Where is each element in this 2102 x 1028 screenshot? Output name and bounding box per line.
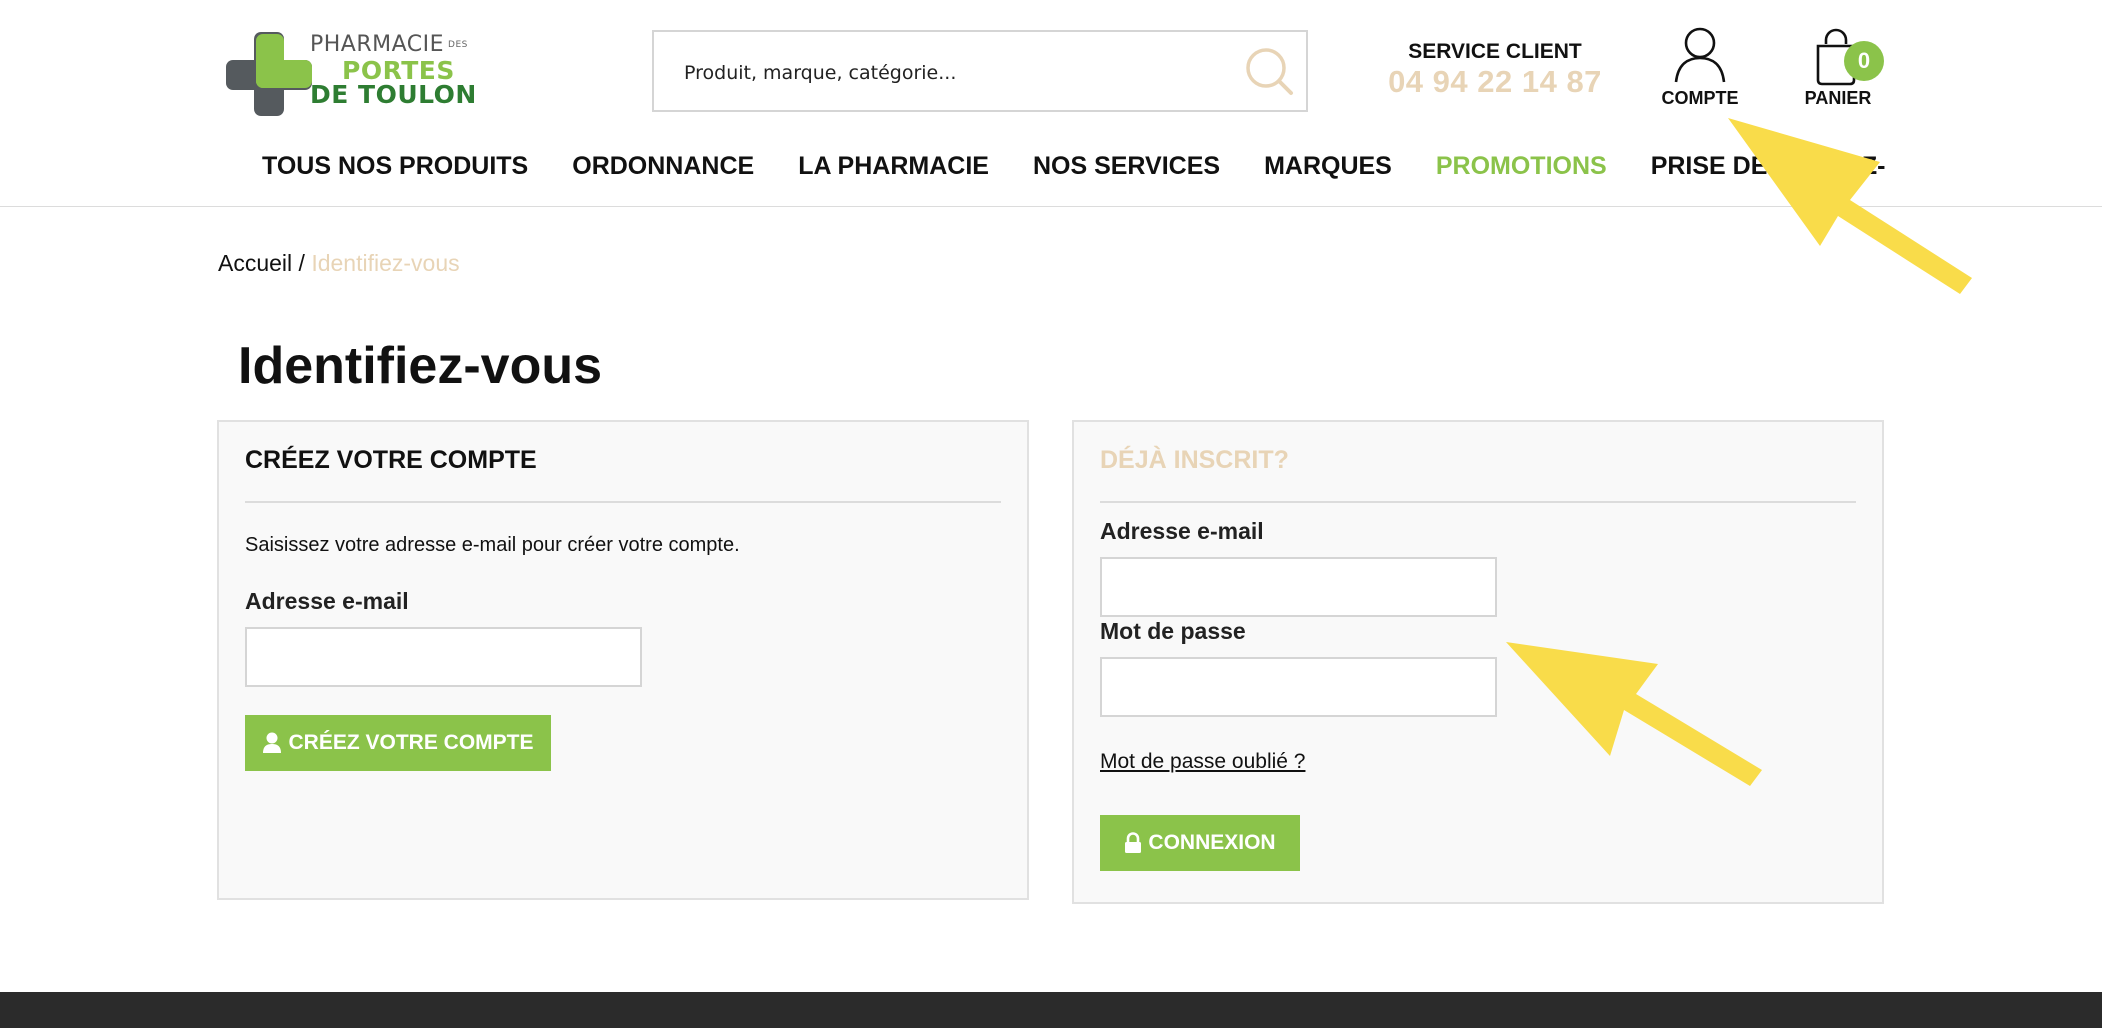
- service-client-title: SERVICE CLIENT: [1408, 40, 1582, 63]
- user-icon: [1674, 27, 1726, 83]
- search-input[interactable]: [682, 54, 1206, 92]
- nav-item-la-pharmacie[interactable]: LA PHARMACIE: [798, 152, 989, 181]
- service-client-phone[interactable]: 04 94 22 14 87: [1380, 64, 1610, 100]
- login-panel: DÉJÀ INSCRIT? Adresse e-mail Mot de pass…: [1072, 420, 1884, 904]
- person-icon: [263, 732, 282, 753]
- login-heading: DÉJÀ INSCRIT?: [1100, 446, 1289, 474]
- forgot-password-link[interactable]: Mot de passe oublié ?: [1100, 750, 1305, 774]
- account-label: COMPTE: [1661, 88, 1739, 108]
- cart-link[interactable]: 0 PANIER: [1788, 28, 1888, 118]
- breadcrumb: Accueil / Identifiez-vous: [218, 250, 460, 277]
- account-link[interactable]: COMPTE: [1650, 26, 1750, 116]
- breadcrumb-current: Identifiez-vous: [311, 250, 460, 276]
- logo-line1: PHARMACIE: [310, 32, 445, 57]
- page-title: Identifiez-vous: [238, 337, 603, 395]
- search-icon[interactable]: [1244, 46, 1296, 98]
- create-account-description: Saisissez votre adresse e-mail pour crée…: [245, 534, 740, 556]
- divider: [245, 501, 1001, 503]
- create-email-field[interactable]: [245, 627, 642, 687]
- breadcrumb-separator: /: [292, 250, 312, 276]
- login-email-field[interactable]: [1100, 557, 1497, 617]
- nav-item-nos-services[interactable]: NOS SERVICES: [1033, 152, 1220, 181]
- nav-item-prise-de-rendez-vous[interactable]: PRISE DE RENDEZ-: [1651, 152, 1886, 181]
- lock-icon: [1125, 832, 1142, 853]
- login-button-label: CONNEXION: [1148, 831, 1276, 854]
- footer-bar: [0, 992, 2102, 1028]
- nav-item-marques[interactable]: MARQUES: [1264, 152, 1392, 181]
- cart-count-badge: 0: [1844, 41, 1884, 81]
- divider: [1100, 501, 1856, 503]
- pharmacy-cross-logo-icon: [226, 32, 312, 116]
- login-email-label: Adresse e-mail: [1100, 518, 1264, 544]
- cart-label: PANIER: [1804, 88, 1872, 108]
- logo-text-pharmacie: PHARMACIE DES: [310, 32, 468, 57]
- create-account-heading: CRÉEZ VOTRE COMPTE: [245, 446, 537, 474]
- password-label: Mot de passe: [1100, 618, 1246, 644]
- breadcrumb-home[interactable]: Accueil: [218, 250, 292, 276]
- nav-item-promotions[interactable]: PROMOTIONS: [1436, 152, 1607, 181]
- logo-text-de-toulon: DE TOULON: [310, 80, 477, 109]
- site-logo[interactable]: PHARMACIE DES PORTES DE TOULON: [224, 30, 476, 118]
- nav-item-tous-nos-produits[interactable]: TOUS NOS PRODUITS: [262, 152, 528, 181]
- password-field[interactable]: [1100, 657, 1497, 717]
- nav-item-ordonnance[interactable]: ORDONNANCE: [572, 152, 754, 181]
- create-account-button[interactable]: CRÉEZ VOTRE COMPTE: [245, 715, 551, 771]
- create-account-button-label: CRÉEZ VOTRE COMPTE: [288, 731, 534, 754]
- create-email-label: Adresse e-mail: [245, 588, 409, 614]
- login-button[interactable]: CONNEXION: [1100, 815, 1300, 871]
- search-box: [652, 30, 1308, 112]
- logo-line1-small: DES: [448, 40, 468, 50]
- create-account-panel: CRÉEZ VOTRE COMPTE Saisissez votre adres…: [217, 420, 1029, 900]
- main-nav: TOUS NOS PRODUITS ORDONNANCE LA PHARMACI…: [0, 138, 2102, 207]
